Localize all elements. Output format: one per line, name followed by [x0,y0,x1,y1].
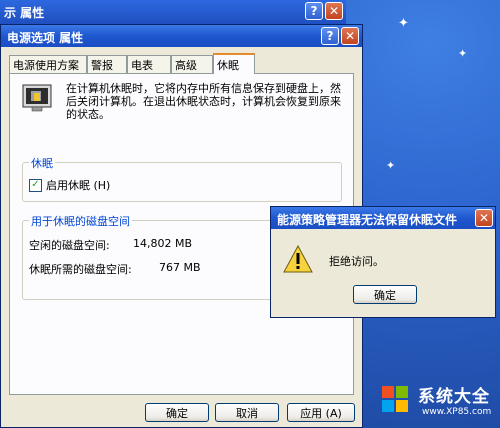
enable-hibernate-label: 启用休眠 (H) [46,179,111,192]
tab-power-meter[interactable]: 电表 [127,55,171,73]
star-icon: ✦ [458,47,468,60]
tab-hibernate[interactable]: 休眠 [213,53,255,74]
hibernate-monitor-icon [22,84,52,112]
dialog-close-button[interactable]: ✕ [341,27,359,45]
watermark: 系统大全 www.XP85.com [378,380,496,424]
logo-square-icon [396,400,408,412]
messagebox-ok-button[interactable]: 确定 [353,285,417,304]
messagebox-titlebar[interactable]: 能源策略管理器无法保留休眠文件 ✕ [271,207,495,229]
enable-hibernate-checkbox[interactable]: ✓ 启用休眠 (H) [29,177,110,193]
apply-button[interactable]: 应用 (A) [287,403,355,422]
back-window-titlebar[interactable]: 示 属性 ? ✕ [0,0,346,24]
hibernate-group: 休眠 ✓ 启用休眠 (H) [22,155,342,202]
required-disk-space-value: 767 MB [159,261,201,274]
logo-square-icon [382,386,394,398]
required-disk-space-row: 休眠所需的磁盘空间: 767 MB [29,261,201,277]
dialog-title: 电源选项 属性 [7,31,84,45]
warning-icon [283,245,313,273]
back-help-button[interactable]: ? [305,2,323,20]
logo-square-icon [396,386,408,398]
tab-advanced[interactable]: 高级 [171,55,213,73]
star-icon: ✦ [386,159,396,172]
checkmark-icon: ✓ [29,178,42,192]
logo-square-icon [382,400,394,412]
error-messagebox: 能源策略管理器无法保留休眠文件 ✕ 拒绝访问。 确定 [270,206,496,318]
free-disk-space-label: 空闲的磁盘空间: [29,239,110,252]
messagebox-message: 拒绝访问。 [329,255,384,268]
messagebox-title: 能源策略管理器无法保留休眠文件 [277,213,458,227]
back-window-title: 示 属性 [4,6,45,20]
disk-space-group-title: 用于休眠的磁盘空间 [29,213,132,229]
messagebox-close-button[interactable]: ✕ [475,209,493,227]
star-icon: ✦ [398,16,409,31]
watermark-url: www.XP85.com [422,407,492,417]
required-disk-space-label: 休眠所需的磁盘空间: [29,263,132,276]
back-close-button[interactable]: ✕ [325,2,343,20]
dialog-help-button[interactable]: ? [321,27,339,45]
cancel-button[interactable]: 取消 [215,403,279,422]
tab-power-schemes[interactable]: 电源使用方案 [9,55,87,73]
watermark-text: 系统大全 [418,387,490,407]
tab-alarms[interactable]: 警报 [87,55,127,73]
dialog-titlebar[interactable]: 电源选项 属性 ? ✕ [1,25,362,47]
free-disk-space-row: 空闲的磁盘空间: 14,802 MB [29,237,192,253]
hibernate-group-title: 休眠 [29,155,55,171]
free-disk-space-value: 14,802 MB [133,237,193,250]
hibernate-description: 在计算机休眠时，它将内存中所有信息保存到硬盘上，然后关闭计算机。在退出休眠状态时… [66,82,341,121]
ok-button[interactable]: 确定 [145,403,209,422]
